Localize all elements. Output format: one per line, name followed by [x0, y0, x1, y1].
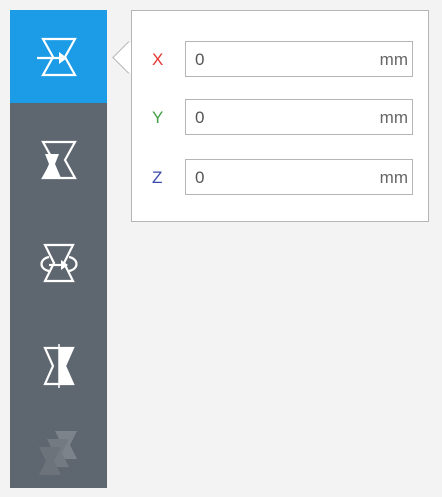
per-model-settings-tool-button: [10, 404, 107, 497]
mirror-icon: [42, 343, 75, 388]
x-position-unit: mm: [379, 50, 408, 69]
per-model-settings-icon: [38, 430, 77, 475]
rotate-tool-button[interactable]: [10, 216, 107, 309]
z-position-value: 0: [195, 168, 205, 187]
z-position-input[interactable]: 0 mm: [185, 159, 413, 195]
tool-sidebar: [10, 10, 107, 488]
x-position-input[interactable]: 0 mm: [185, 41, 413, 77]
y-position-unit: mm: [379, 108, 408, 127]
y-position-input[interactable]: 0 mm: [185, 99, 413, 135]
y-position-row: Y 0 mm: [132, 99, 428, 137]
rotate-icon: [39, 243, 78, 282]
scale-tool-button[interactable]: [10, 113, 107, 206]
x-axis-label: X: [152, 50, 164, 69]
x-position-row: X 0 mm: [132, 41, 428, 79]
y-axis-label: Y: [152, 108, 164, 127]
z-position-unit: mm: [379, 168, 408, 187]
move-tool-panel: X 0 mm Y 0 mm Z 0 mm: [131, 10, 429, 222]
z-position-row: Z 0 mm: [132, 159, 428, 197]
move-tool-button[interactable]: [10, 10, 107, 103]
mirror-tool-button[interactable]: [10, 319, 107, 412]
move-icon: [36, 37, 77, 76]
z-axis-label: Z: [152, 168, 163, 187]
x-position-value: 0: [195, 50, 205, 69]
scale-icon: [40, 140, 77, 179]
y-position-value: 0: [195, 108, 205, 127]
